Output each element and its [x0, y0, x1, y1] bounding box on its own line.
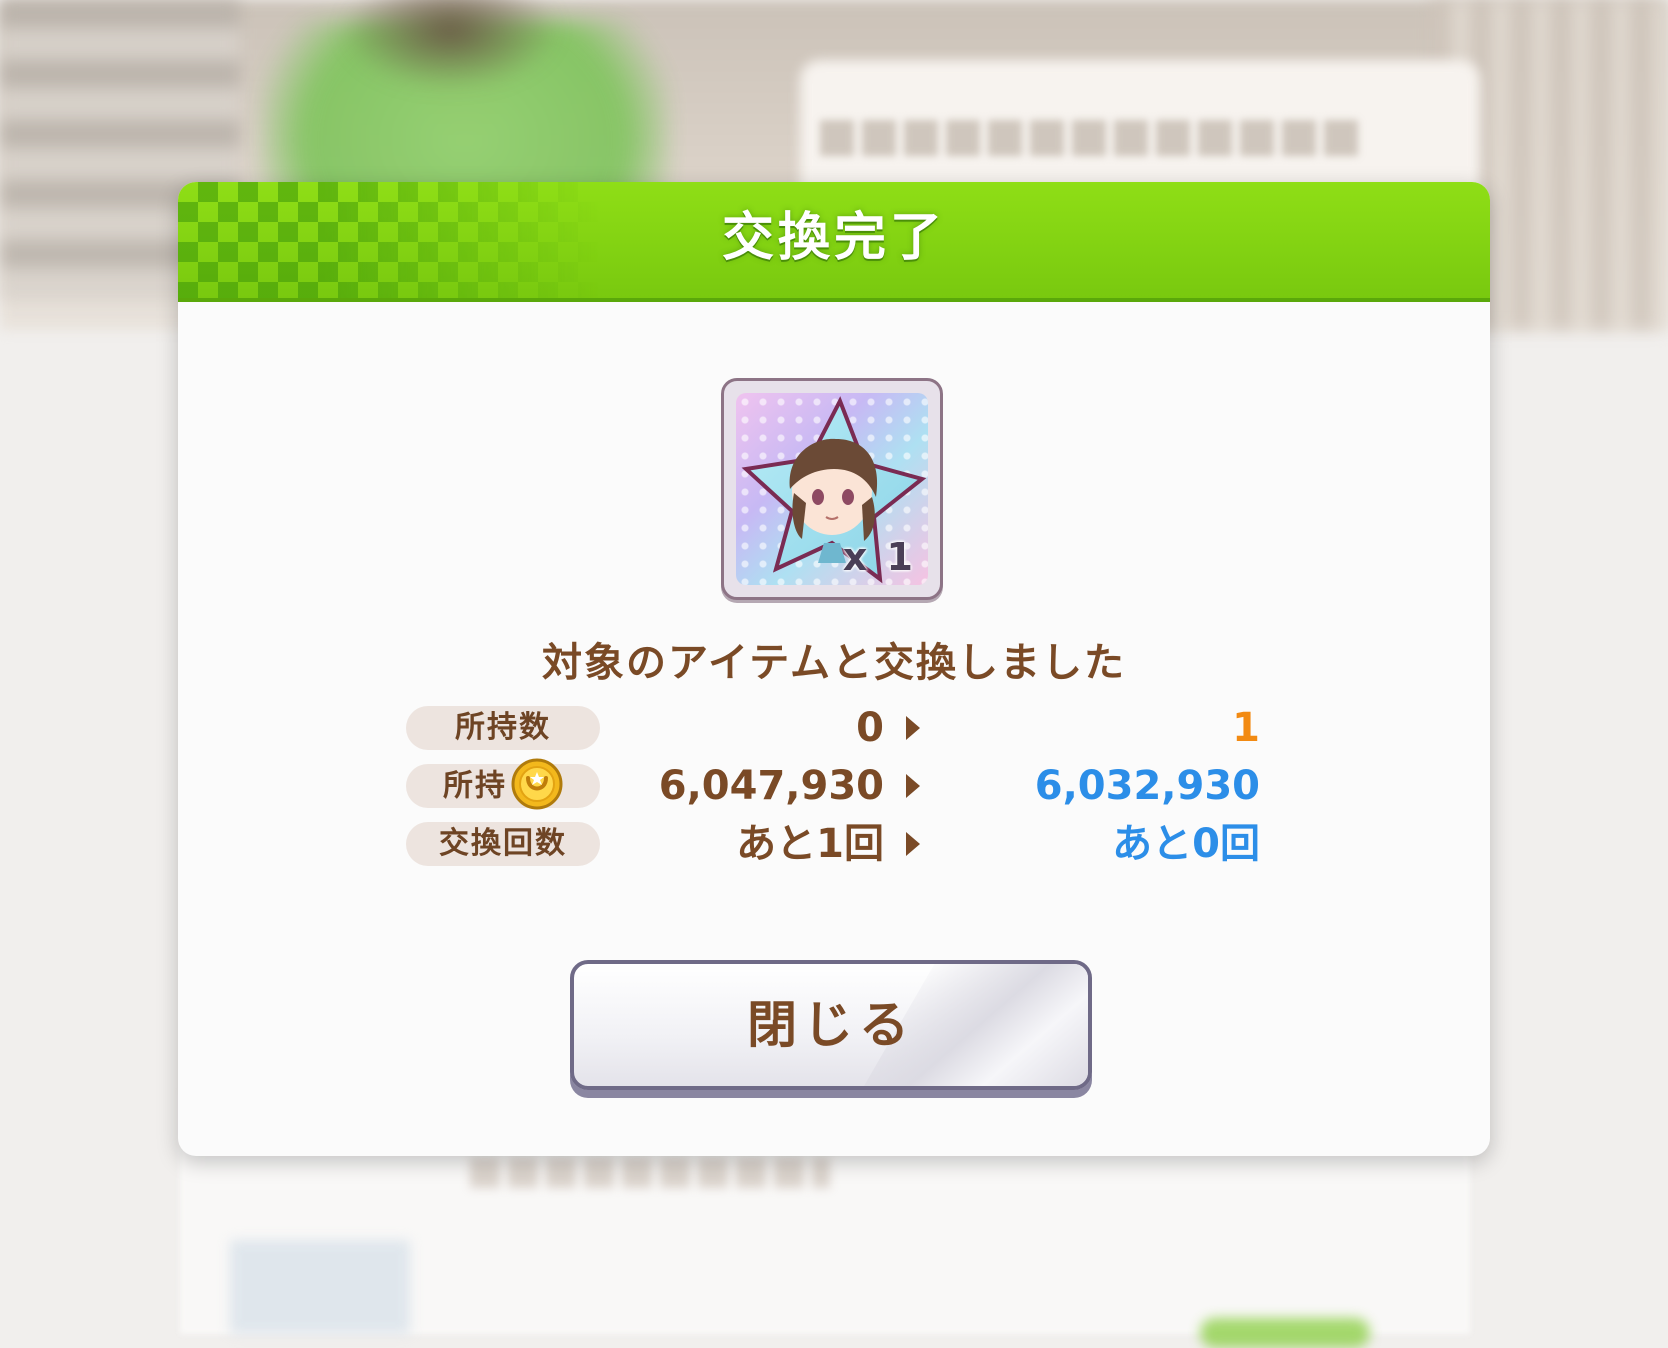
- stat-label: 所持: [406, 758, 600, 810]
- arrow-right-icon: [906, 832, 920, 856]
- gold-coin-icon: [511, 758, 563, 810]
- stat-row-exchange-count: 交換回数 あと1回 あと0回: [406, 822, 1266, 866]
- stat-row-owned-coins: 所持 6,047,930 6,032,930: [406, 758, 1266, 810]
- arrow-right-icon: [906, 716, 920, 740]
- stat-before-value: 6,047,930: [658, 763, 884, 809]
- stat-row-owned-count: 所持数 0 1: [406, 706, 1266, 750]
- background-speech-text: [820, 120, 1360, 156]
- stat-before-value: 0: [856, 705, 884, 751]
- exchange-message: 対象のアイテムと交換しました: [542, 640, 1126, 686]
- item-icon-frame: x 1: [721, 378, 943, 600]
- item-icon: x 1: [736, 393, 928, 585]
- close-button-label: 閉じる: [747, 996, 915, 1054]
- close-button[interactable]: 閉じる: [570, 960, 1092, 1090]
- dialog-title: 交換完了: [721, 208, 946, 268]
- stat-label: 所持数: [406, 706, 600, 750]
- exchange-complete-dialog: 交換完了 x 1 対象のアイテムと交換しました 所持数 0 1 所持 6,047…: [178, 182, 1490, 1156]
- stat-after-value: あと0回: [1112, 821, 1260, 867]
- stat-after-value: 6,032,930: [1034, 763, 1260, 809]
- arrow-right-icon: [906, 774, 920, 798]
- stat-after-value: 1: [1232, 705, 1260, 751]
- background-button: [1200, 1318, 1370, 1348]
- item-quantity: x 1: [842, 535, 916, 579]
- background-list-text: [470, 1158, 830, 1188]
- background-character-head: [340, 0, 560, 90]
- dialog-header: 交換完了: [178, 182, 1490, 302]
- stat-before-value: あと1回: [736, 821, 884, 867]
- stat-label: 交換回数: [406, 822, 600, 866]
